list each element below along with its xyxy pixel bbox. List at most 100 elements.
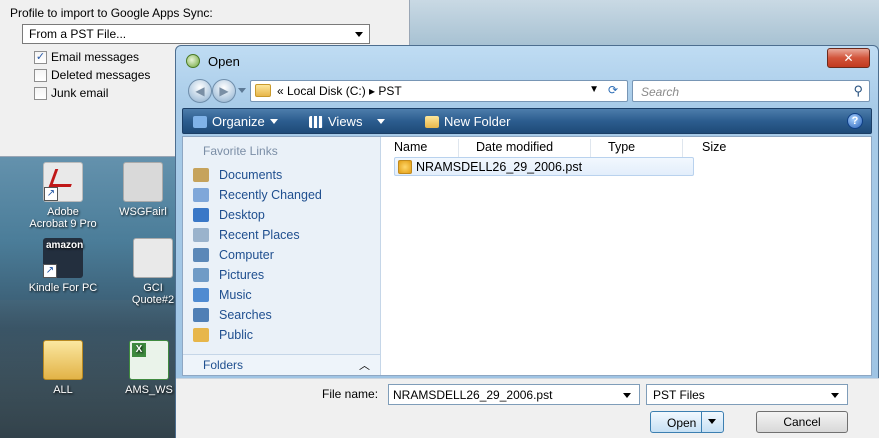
open-options-dropdown[interactable] — [701, 412, 723, 432]
nav-item-music[interactable]: Music — [193, 285, 252, 305]
navigation-pane: Favorite Links Documents Recently Changed… — [183, 137, 381, 375]
amazon-icon: amazon ↗ — [43, 238, 83, 278]
arrow-left-icon: ◀ — [195, 84, 205, 98]
computer-icon — [193, 248, 209, 262]
address-dropdown-icon[interactable]: ▼ — [589, 84, 599, 95]
dialog-titlebar[interactable]: Open ✕ — [176, 46, 878, 76]
nav-item-label: Documents — [219, 168, 283, 182]
desktop-icon-label: Kindle For PC — [28, 282, 98, 294]
column-header-name[interactable]: Name — [394, 140, 427, 154]
help-icon[interactable]: ? — [847, 113, 863, 129]
checkbox-checked-icon: ✓ — [34, 50, 47, 64]
close-button[interactable]: ✕ — [827, 48, 870, 68]
organize-button[interactable]: Organize — [193, 114, 278, 129]
nav-item-public[interactable]: Public — [193, 325, 253, 345]
searches-icon — [193, 308, 209, 322]
forward-button[interactable]: ▶ — [212, 79, 236, 103]
dialog-body: Favorite Links Documents Recently Changed… — [182, 136, 872, 376]
nav-item-searches[interactable]: Searches — [193, 305, 272, 325]
nav-item-recent-places[interactable]: Recent Places — [193, 225, 300, 245]
desktop-icon-adobe-acrobat[interactable]: ↗ Adobe Acrobat 9 Pro — [24, 162, 102, 230]
checkbox-junk-email[interactable]: Junk email — [34, 86, 108, 100]
document-icon — [133, 238, 173, 278]
nav-item-label: Music — [219, 288, 252, 302]
open-button-label: Open — [667, 416, 697, 430]
organize-label: Organize — [212, 114, 265, 129]
pdf-glyph — [48, 169, 78, 187]
desktop-icon-label: ALL — [53, 384, 73, 396]
new-folder-icon — [425, 115, 439, 128]
new-folder-button[interactable]: New Folder — [425, 114, 510, 129]
file-type-value: PST Files — [653, 388, 705, 402]
desktop-icon-wsgfairl[interactable]: WSGFairl — [104, 162, 182, 218]
file-name-field[interactable]: NRAMSDELL26_29_2006.pst — [388, 384, 640, 405]
profile-select[interactable]: From a PST File... — [22, 24, 370, 44]
chevron-down-icon[interactable] — [623, 393, 631, 398]
address-bar[interactable]: « Local Disk (C:) ▸ PST ▼ ⟳ — [250, 80, 628, 102]
documents-icon — [193, 168, 209, 182]
command-bar: Organize Views New Folder ? — [182, 108, 872, 134]
search-placeholder: Search — [641, 85, 680, 99]
search-icon[interactable]: ⚲ — [853, 83, 863, 99]
column-header-size[interactable]: Size — [702, 140, 726, 154]
nav-item-desktop[interactable]: Desktop — [193, 205, 265, 225]
file-type-select[interactable]: PST Files — [646, 384, 848, 405]
views-label: Views — [328, 114, 363, 129]
excel-icon: X — [129, 340, 169, 380]
checkbox-unchecked-icon — [34, 68, 47, 82]
breadcrumb[interactable]: « Local Disk (C:) ▸ PST — [277, 84, 402, 98]
nav-item-pictures[interactable]: Pictures — [193, 265, 264, 285]
folders-toggle[interactable]: Folders ︿ — [183, 354, 380, 375]
nav-item-label: Recent Places — [219, 228, 300, 242]
nav-item-label: Public — [219, 328, 254, 342]
desktop-icon-all-folder[interactable]: ALL — [24, 340, 102, 396]
folder-icon — [255, 84, 271, 97]
checkbox-deleted-messages[interactable]: Deleted messages — [34, 68, 150, 82]
chevron-down-icon — [377, 119, 386, 124]
dialog-footer: File name: NRAMSDELL26_29_2006.pst PST F… — [176, 378, 879, 438]
folders-label: Folders — [203, 358, 244, 372]
cancel-button[interactable]: Cancel — [756, 411, 848, 433]
search-input[interactable]: Search ⚲ — [632, 80, 870, 102]
folder-icon — [43, 340, 83, 380]
nav-item-label: Computer — [219, 248, 274, 262]
checkbox-label: Deleted messages — [51, 68, 151, 82]
back-button[interactable]: ◀ — [188, 79, 212, 103]
nav-item-computer[interactable]: Computer — [193, 245, 274, 265]
pictures-icon — [193, 268, 209, 282]
nav-item-recently-changed[interactable]: Recently Changed — [193, 185, 322, 205]
desktop-icon-label: Acrobat 9 Pro — [29, 218, 97, 230]
amazon-badge: amazon — [46, 240, 84, 251]
views-icon — [309, 115, 323, 128]
pst-file-icon — [398, 159, 412, 174]
document-icon — [123, 162, 163, 202]
profile-label: Profile to import to Google Apps Sync: — [10, 6, 213, 20]
recently-changed-icon — [193, 188, 209, 202]
arrow-right-icon: ▶ — [219, 84, 229, 98]
chevron-down-icon — [831, 393, 839, 398]
desktop-icon-kindle[interactable]: amazon ↗ Kindle For PC — [24, 238, 102, 294]
open-button[interactable]: Open — [650, 411, 724, 433]
column-header-date-modified[interactable]: Date modified — [476, 140, 553, 154]
views-button[interactable]: Views — [309, 114, 386, 129]
profile-select-value: From a PST File... — [29, 27, 127, 41]
column-separator — [590, 139, 591, 157]
nav-item-label: Desktop — [219, 208, 265, 222]
checkbox-email-messages[interactable]: ✓ Email messages — [34, 50, 139, 64]
column-header-type[interactable]: Type — [608, 140, 635, 154]
history-dropdown-icon[interactable] — [238, 88, 246, 93]
file-name-value: NRAMSDELL26_29_2006.pst — [393, 388, 553, 402]
recent-places-icon — [193, 228, 209, 242]
file-name: NRAMSDELL26_29_2006.pst — [416, 159, 583, 174]
chevron-down-icon — [708, 419, 716, 424]
favorite-links-header: Favorite Links — [203, 144, 278, 158]
nav-item-label: Pictures — [219, 268, 265, 282]
refresh-icon[interactable]: ⟳ — [603, 83, 623, 99]
nav-item-documents[interactable]: Documents — [193, 165, 282, 185]
desktop-icon — [193, 208, 209, 222]
address-row: ◀ ▶ « Local Disk (C:) ▸ PST ▼ ⟳ Search ⚲ — [182, 79, 872, 105]
file-row[interactable]: NRAMSDELL26_29_2006.pst — [394, 157, 694, 176]
file-list-pane[interactable]: Name Date modified Type Size NRAMSDELL26… — [382, 137, 871, 375]
excel-x-mark: X — [132, 343, 146, 357]
open-dialog: Open ✕ ◀ ▶ « Local Disk (C:) ▸ PST ▼ ⟳ S… — [175, 45, 879, 438]
